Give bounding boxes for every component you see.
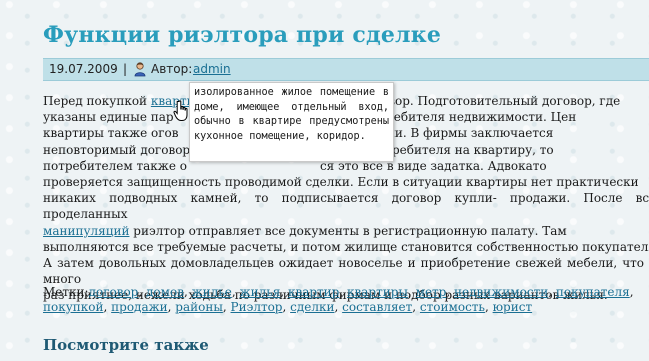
tag-link[interactable]: Риэлтор bbox=[231, 300, 283, 314]
tag-link[interactable]: юрист bbox=[493, 300, 533, 314]
body-text-line: А затем довольных домовладельцев ожидает… bbox=[43, 256, 649, 287]
tag-link[interactable]: квартиры bbox=[347, 285, 408, 299]
tooltip-text: изолированное жилое помещение в доме, им… bbox=[194, 87, 389, 142]
body-text-line: проверяется защищенность проводимой сдел… bbox=[43, 175, 639, 190]
body-text-fragment: неповторимый договор bbox=[43, 142, 191, 157]
tag-link[interactable]: составляет bbox=[342, 300, 412, 314]
hand-pointer-icon bbox=[173, 100, 188, 121]
tag-link[interactable]: продажи bbox=[111, 300, 167, 314]
tag-link[interactable]: покупателя bbox=[556, 285, 630, 299]
body-text-line: никаких подводных камней, то подписывает… bbox=[43, 191, 649, 222]
tag-link[interactable]: жилья bbox=[240, 285, 281, 299]
page-title: Функции риэлтора при сделке bbox=[43, 22, 442, 48]
tag-link[interactable]: метр bbox=[416, 285, 447, 299]
post-meta-bar: 19.07.2009 | Автор: admin bbox=[43, 58, 649, 81]
body-text-fragment: риэлтор отправляет все документы в регис… bbox=[129, 223, 567, 238]
tag-link[interactable]: договор bbox=[89, 285, 139, 299]
tag-link[interactable]: сделки bbox=[290, 300, 334, 314]
tag-link[interactable]: покупкой bbox=[43, 300, 104, 314]
body-text-fragment: Перед покупкой bbox=[43, 94, 151, 108]
body-text-fragment: квартиры также огов bbox=[43, 126, 179, 141]
tag-link[interactable]: недвижимости bbox=[454, 285, 548, 299]
tags-list: Метки:договор, домов, жилье, жилья, квар… bbox=[43, 285, 634, 314]
post-date: 19.07.2009 bbox=[49, 62, 118, 76]
author-link[interactable]: admin bbox=[193, 59, 231, 80]
body-text-fragment: потребителем также о bbox=[43, 158, 187, 173]
meta-separator: | bbox=[123, 62, 128, 76]
author-label: Автор: bbox=[151, 62, 193, 76]
tag-link[interactable]: квартир bbox=[288, 285, 339, 299]
tag-link[interactable]: жилье bbox=[192, 285, 232, 299]
tag-link[interactable]: районы bbox=[175, 300, 223, 314]
tag-link[interactable]: стоимость bbox=[420, 300, 485, 314]
tags-label: Метки: bbox=[43, 285, 89, 299]
tag-link[interactable]: домов bbox=[146, 285, 184, 299]
definition-tooltip: изолированное жилое помещение в доме, им… bbox=[189, 82, 394, 162]
user-icon bbox=[134, 62, 146, 77]
body-text-line: выполняются все требуемые расчеты, и пот… bbox=[43, 239, 649, 254]
body-text-fragment: указаны единые пар bbox=[43, 110, 174, 125]
see-also-heading: Посмотрите также bbox=[43, 336, 209, 354]
link-manipulyaciy[interactable]: манипуляций bbox=[43, 224, 129, 238]
